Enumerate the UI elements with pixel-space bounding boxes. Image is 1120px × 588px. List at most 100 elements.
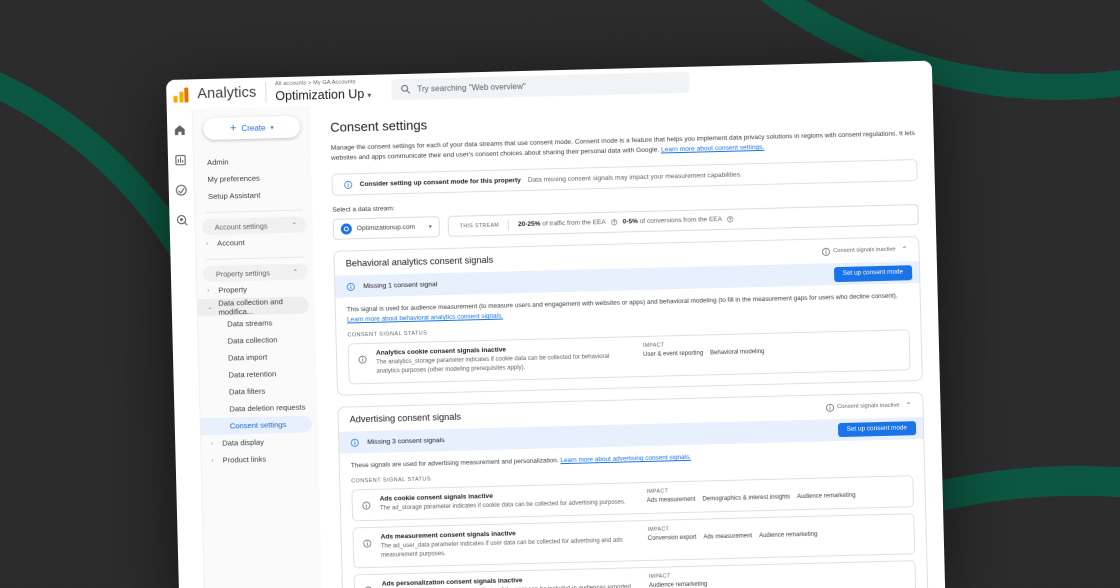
card-description-text: This signal is used for audience measure… <box>346 292 898 314</box>
explore-icon[interactable] <box>175 213 188 226</box>
plus-icon: + <box>229 121 237 134</box>
sidebar-item-data-collection-and-modification[interactable]: ⌄ Data collection and modifica... <box>197 296 309 317</box>
search-placeholder: Try searching "Web overview" <box>417 81 526 94</box>
notice-bold-text: Consider setting up consent mode for thi… <box>359 176 521 189</box>
info-icon <box>825 403 834 412</box>
chevron-down-icon: ▾ <box>367 90 372 100</box>
sidebar-item-label: Setup Assistant <box>207 190 261 201</box>
chevron-up-icon: ⌃ <box>291 222 297 229</box>
help-icon[interactable] <box>611 219 618 226</box>
status-badge: Consent signals inactive <box>821 246 896 257</box>
brand-label: Analytics <box>197 84 257 103</box>
missing-signals-text: Missing 3 consent signals <box>367 436 445 446</box>
search-input[interactable]: Try searching "Web overview" <box>390 71 690 100</box>
sidebar-item-product-links[interactable]: › Product links <box>201 449 318 469</box>
browser-window: Analytics All accounts > My GA Accounts … <box>166 60 946 588</box>
divider <box>265 82 267 103</box>
main-content: Consent settings Manage the consent sett… <box>309 90 946 588</box>
sidebar-item-setup-assistant[interactable]: Setup Assistant <box>195 185 312 205</box>
behavioral-signals-learn-more-link[interactable]: Learn more about behavioral analytics co… <box>347 313 503 324</box>
stream-stats-label: THIS STREAM <box>459 222 500 230</box>
sidebar-item-label: Data deletion requests <box>229 402 306 414</box>
divider <box>507 219 510 231</box>
sidebar-item-label: Admin <box>206 157 229 167</box>
chevron-down-icon: ▾ <box>270 124 274 131</box>
impact-chip: Ads measurement <box>703 533 753 541</box>
data-stream-name: Optimizationup.com <box>356 224 416 233</box>
chevron-right-icon: › <box>211 440 214 447</box>
chevron-up-icon: ⌃ <box>292 269 298 276</box>
sidebar-item-label: Account <box>217 238 245 248</box>
impact-chip: Audience remarketing <box>759 531 818 540</box>
sidebar-item-account[interactable]: › Account <box>196 232 313 252</box>
traffic-stat: 20-25% of traffic from the EEA <box>518 219 606 228</box>
info-icon <box>344 180 353 189</box>
impact-chip: User & event reporting <box>643 350 704 359</box>
impact-chip: Demographics & interest insights <box>702 494 791 503</box>
info-icon <box>362 501 371 510</box>
search-icon <box>401 84 410 94</box>
impact-chip: Audience remarketing <box>648 581 708 588</box>
info-icon <box>346 282 355 291</box>
signal-impact: IMPACT Ads measurement Demographics & in… <box>646 483 904 505</box>
behavioral-analytics-card: Behavioral analytics consent signals Con… <box>333 236 923 397</box>
advertising-consent-card: Advertising consent signals Consent sign… <box>337 392 929 588</box>
help-icon[interactable] <box>727 216 734 223</box>
signal-impact: IMPACT Conversion export Ads measurement… <box>647 521 904 543</box>
info-icon <box>363 539 372 548</box>
sidebar-divider <box>205 209 303 214</box>
chevron-right-icon: › <box>207 287 210 294</box>
advertising-signals-learn-more-link[interactable]: Learn more about advertising consent sig… <box>560 454 691 464</box>
create-button[interactable]: + Create ▾ <box>202 115 301 141</box>
google-analytics-logo-icon <box>173 86 190 103</box>
status-badge-label: Consent signals inactive <box>833 247 896 255</box>
sidebar-item-label: Data filters <box>228 386 266 397</box>
status-badge-label: Consent signals inactive <box>837 402 900 411</box>
notice-text: Data missing consent signals may impact … <box>527 171 742 184</box>
sidebar-item-label: Data retention <box>228 369 277 380</box>
chevron-up-icon[interactable]: ⌃ <box>906 402 912 410</box>
sidebar-item-label: Data import <box>227 352 268 363</box>
consent-settings-learn-more-link[interactable]: Learn more about consent settings. <box>661 144 765 154</box>
sidebar-item-label: Product links <box>222 454 267 465</box>
advertising-icon[interactable] <box>175 183 188 196</box>
sidebar-item-label: Data collection <box>227 335 278 346</box>
sidebar-item-label: Data streams <box>227 318 273 329</box>
page-description-text: Manage the consent settings for each of … <box>330 130 915 163</box>
sidebar-item-label: Data collection and modifica... <box>218 296 283 317</box>
consent-mode-notice: Consider setting up consent mode for thi… <box>331 159 918 197</box>
set-up-consent-mode-button[interactable]: Set up consent mode <box>833 265 913 282</box>
set-up-consent-mode-button[interactable]: Set up consent mode <box>837 421 917 438</box>
page-description: Manage the consent settings for each of … <box>331 129 917 164</box>
signal-impact: IMPACT Audience remarketing <box>649 568 906 588</box>
sidebar-divider <box>206 256 304 261</box>
conversions-stat-value: 0-5% <box>622 218 638 226</box>
card-title: Advertising consent signals <box>349 411 462 425</box>
impact-chip: Behavioral modeling <box>710 349 765 357</box>
sidebar-group-label: Property settings <box>215 267 270 279</box>
account-selector[interactable]: All accounts > My GA Accounts Optimizati… <box>275 79 372 103</box>
signal-description: The ad_user_data parameter indicates if … <box>380 537 623 559</box>
conversions-stat-text: of conversions from the EEA <box>639 216 723 226</box>
signal-impact: IMPACT User & event reporting Behavioral… <box>643 337 900 359</box>
missing-signals-text: Missing 1 consent signal <box>363 281 438 291</box>
data-stream-dropdown[interactable]: Optimizationup.com ▾ <box>332 216 441 241</box>
info-icon <box>350 438 359 447</box>
sidebar-item-label: Data display <box>222 437 265 448</box>
signal-row: Analytics cookie consent signals inactiv… <box>347 329 911 385</box>
property-name: Optimization Up <box>275 86 365 103</box>
chevron-right-icon: › <box>211 457 214 464</box>
impact-chip: Ads measurement <box>646 496 696 505</box>
conversions-stat: 0-5% of conversions from the EEA <box>623 216 723 226</box>
create-button-label: Create <box>241 123 266 133</box>
sidebar-item-label: Consent settings <box>229 420 287 431</box>
card-title: Behavioral analytics consent signals <box>345 255 494 269</box>
card-body: This signal is used for audience measure… <box>336 283 922 395</box>
home-icon[interactable] <box>173 124 186 137</box>
signal-description: The analytics_storage parameter indicate… <box>376 354 610 376</box>
chevron-up-icon[interactable]: ⌃ <box>902 246 908 254</box>
reports-icon[interactable] <box>174 153 187 166</box>
chevron-down-icon: ⌄ <box>207 304 213 311</box>
traffic-stat-value: 20-25% <box>517 221 541 229</box>
sidebar-item-label: My preferences <box>207 173 260 184</box>
